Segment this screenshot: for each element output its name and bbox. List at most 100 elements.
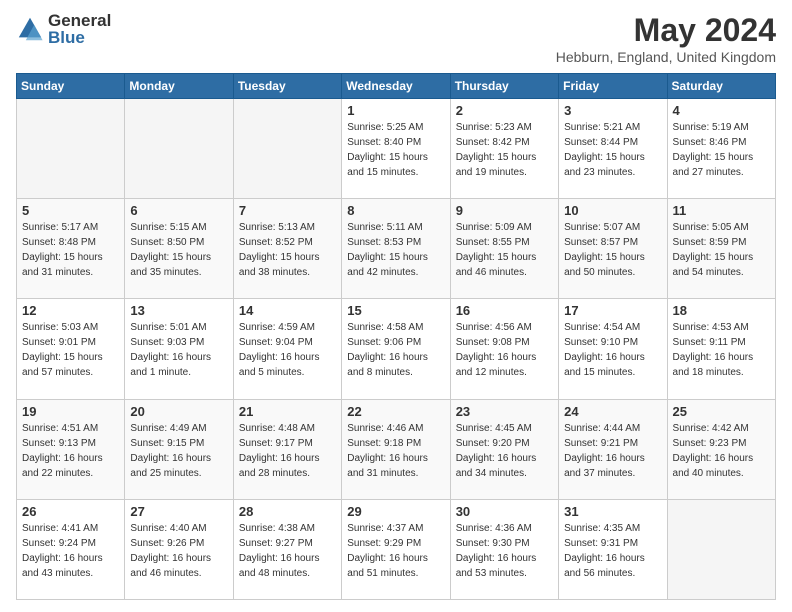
day-number: 16 [456, 303, 553, 318]
day-info: Sunrise: 4:49 AM Sunset: 9:15 PM Dayligh… [130, 421, 227, 481]
day-number: 15 [347, 303, 444, 318]
day-number: 29 [347, 504, 444, 519]
col-header-saturday: Saturday [667, 74, 775, 99]
day-number: 23 [456, 404, 553, 419]
day-info: Sunrise: 4:48 AM Sunset: 9:17 PM Dayligh… [239, 421, 336, 481]
day-number: 13 [130, 303, 227, 318]
day-info: Sunrise: 5:21 AM Sunset: 8:44 PM Dayligh… [564, 120, 661, 180]
day-info: Sunrise: 5:15 AM Sunset: 8:50 PM Dayligh… [130, 220, 227, 280]
day-cell: 9Sunrise: 5:09 AM Sunset: 8:55 PM Daylig… [450, 199, 558, 299]
day-cell: 25 Sunrise: 4:42 AM Sunset: 9:23 PM Dayli… [667, 399, 775, 499]
day-info: Sunrise: 4:56 AM Sunset: 9:08 PM Dayligh… [456, 320, 553, 380]
day-number: 24 [564, 404, 661, 419]
day-cell: 20 Sunrise: 4:49 AM Sunset: 9:15 PM Dayli… [125, 399, 233, 499]
day-info: Sunrise: 4:44 AM Sunset: 9:21 PM Dayligh… [564, 421, 661, 481]
day-number: 28 [239, 504, 336, 519]
col-header-friday: Friday [559, 74, 667, 99]
day-info: Sunrise: 5:25 AM Sunset: 8:40 PM Dayligh… [347, 120, 444, 180]
day-cell: 1Sunrise: 5:25 AM Sunset: 8:40 PM Daylig… [342, 99, 450, 199]
week-row-2: 5Sunrise: 5:17 AM Sunset: 8:48 PM Daylig… [17, 199, 776, 299]
day-number: 9 [456, 203, 553, 218]
day-cell: 4Sunrise: 5:19 AM Sunset: 8:46 PM Daylig… [667, 99, 775, 199]
subtitle: Hebburn, England, United Kingdom [556, 49, 776, 65]
day-info: Sunrise: 5:07 AM Sunset: 8:57 PM Dayligh… [564, 220, 661, 280]
header-row: SundayMondayTuesdayWednesdayThursdayFrid… [17, 74, 776, 99]
week-row-3: 12Sunrise: 5:03 AM Sunset: 9:01 PM Dayli… [17, 299, 776, 399]
day-number: 26 [22, 504, 119, 519]
day-info: Sunrise: 5:23 AM Sunset: 8:42 PM Dayligh… [456, 120, 553, 180]
col-header-monday: Monday [125, 74, 233, 99]
day-number: 21 [239, 404, 336, 419]
day-cell [233, 99, 341, 199]
day-number: 3 [564, 103, 661, 118]
day-cell: 24 Sunrise: 4:44 AM Sunset: 9:21 PM Dayli… [559, 399, 667, 499]
day-cell: 6 Sunrise: 5:15 AM Sunset: 8:50 PM Daylig… [125, 199, 233, 299]
day-number: 7 [239, 203, 336, 218]
day-cell [667, 499, 775, 599]
day-info: Sunrise: 4:36 AM Sunset: 9:30 PM Dayligh… [456, 521, 553, 581]
day-cell [17, 99, 125, 199]
day-cell: 16 Sunrise: 4:56 AM Sunset: 9:08 PM Dayli… [450, 299, 558, 399]
day-info: Sunrise: 5:17 AM Sunset: 8:48 PM Dayligh… [22, 220, 119, 280]
day-number: 27 [130, 504, 227, 519]
day-info: Sunrise: 4:58 AM Sunset: 9:06 PM Dayligh… [347, 320, 444, 380]
day-info: Sunrise: 4:40 AM Sunset: 9:26 PM Dayligh… [130, 521, 227, 581]
day-number: 19 [22, 404, 119, 419]
day-cell: 3 Sunrise: 5:21 AM Sunset: 8:44 PM Daylig… [559, 99, 667, 199]
logo: General Blue [16, 12, 111, 46]
day-cell: 29 Sunrise: 4:37 AM Sunset: 9:29 PM Dayli… [342, 499, 450, 599]
day-cell: 12Sunrise: 5:03 AM Sunset: 9:01 PM Dayli… [17, 299, 125, 399]
day-cell: 18 Sunrise: 4:53 AM Sunset: 9:11 PM Dayli… [667, 299, 775, 399]
day-number: 17 [564, 303, 661, 318]
day-number: 12 [22, 303, 119, 318]
day-cell: 31Sunrise: 4:35 AM Sunset: 9:31 PM Dayli… [559, 499, 667, 599]
day-number: 2 [456, 103, 553, 118]
day-info: Sunrise: 4:53 AM Sunset: 9:11 PM Dayligh… [673, 320, 770, 380]
logo-icon [16, 15, 44, 43]
day-cell: 8Sunrise: 5:11 AM Sunset: 8:53 PM Daylig… [342, 199, 450, 299]
day-cell: 10 Sunrise: 5:07 AM Sunset: 8:57 PM Dayli… [559, 199, 667, 299]
day-number: 30 [456, 504, 553, 519]
day-cell: 26 Sunrise: 4:41 AM Sunset: 9:24 PM Dayli… [17, 499, 125, 599]
day-number: 25 [673, 404, 770, 419]
day-cell [125, 99, 233, 199]
week-row-4: 19 Sunrise: 4:51 AM Sunset: 9:13 PM Dayli… [17, 399, 776, 499]
day-info: Sunrise: 4:45 AM Sunset: 9:20 PM Dayligh… [456, 421, 553, 481]
day-cell: 28 Sunrise: 4:38 AM Sunset: 9:27 PM Dayli… [233, 499, 341, 599]
logo-general: General [48, 12, 111, 29]
day-cell: 14 Sunrise: 4:59 AM Sunset: 9:04 PM Dayli… [233, 299, 341, 399]
day-cell: 2 Sunrise: 5:23 AM Sunset: 8:42 PM Daylig… [450, 99, 558, 199]
main-title: May 2024 [556, 12, 776, 49]
day-info: Sunrise: 4:51 AM Sunset: 9:13 PM Dayligh… [22, 421, 119, 481]
day-info: Sunrise: 4:59 AM Sunset: 9:04 PM Dayligh… [239, 320, 336, 380]
day-number: 31 [564, 504, 661, 519]
week-row-5: 26 Sunrise: 4:41 AM Sunset: 9:24 PM Dayli… [17, 499, 776, 599]
day-number: 18 [673, 303, 770, 318]
day-number: 20 [130, 404, 227, 419]
day-number: 14 [239, 303, 336, 318]
day-info: Sunrise: 5:19 AM Sunset: 8:46 PM Dayligh… [673, 120, 770, 180]
day-cell: 15 Sunrise: 4:58 AM Sunset: 9:06 PM Dayli… [342, 299, 450, 399]
logo-text: General Blue [48, 12, 111, 46]
day-cell: 19 Sunrise: 4:51 AM Sunset: 9:13 PM Dayli… [17, 399, 125, 499]
day-info: Sunrise: 4:41 AM Sunset: 9:24 PM Dayligh… [22, 521, 119, 581]
calendar-table: SundayMondayTuesdayWednesdayThursdayFrid… [16, 73, 776, 600]
day-info: Sunrise: 4:42 AM Sunset: 9:23 PM Dayligh… [673, 421, 770, 481]
day-info: Sunrise: 5:05 AM Sunset: 8:59 PM Dayligh… [673, 220, 770, 280]
header: General Blue May 2024 Hebburn, England, … [16, 12, 776, 65]
page: General Blue May 2024 Hebburn, England, … [0, 0, 792, 612]
day-cell: 7 Sunrise: 5:13 AM Sunset: 8:52 PM Daylig… [233, 199, 341, 299]
day-number: 6 [130, 203, 227, 218]
day-info: Sunrise: 4:37 AM Sunset: 9:29 PM Dayligh… [347, 521, 444, 581]
day-info: Sunrise: 5:11 AM Sunset: 8:53 PM Dayligh… [347, 220, 444, 280]
day-info: Sunrise: 4:38 AM Sunset: 9:27 PM Dayligh… [239, 521, 336, 581]
day-cell: 5Sunrise: 5:17 AM Sunset: 8:48 PM Daylig… [17, 199, 125, 299]
day-number: 10 [564, 203, 661, 218]
day-info: Sunrise: 4:54 AM Sunset: 9:10 PM Dayligh… [564, 320, 661, 380]
day-cell: 13Sunrise: 5:01 AM Sunset: 9:03 PM Dayli… [125, 299, 233, 399]
title-section: May 2024 Hebburn, England, United Kingdo… [556, 12, 776, 65]
day-info: Sunrise: 5:13 AM Sunset: 8:52 PM Dayligh… [239, 220, 336, 280]
day-number: 22 [347, 404, 444, 419]
day-cell: 30 Sunrise: 4:36 AM Sunset: 9:30 PM Dayli… [450, 499, 558, 599]
col-header-wednesday: Wednesday [342, 74, 450, 99]
